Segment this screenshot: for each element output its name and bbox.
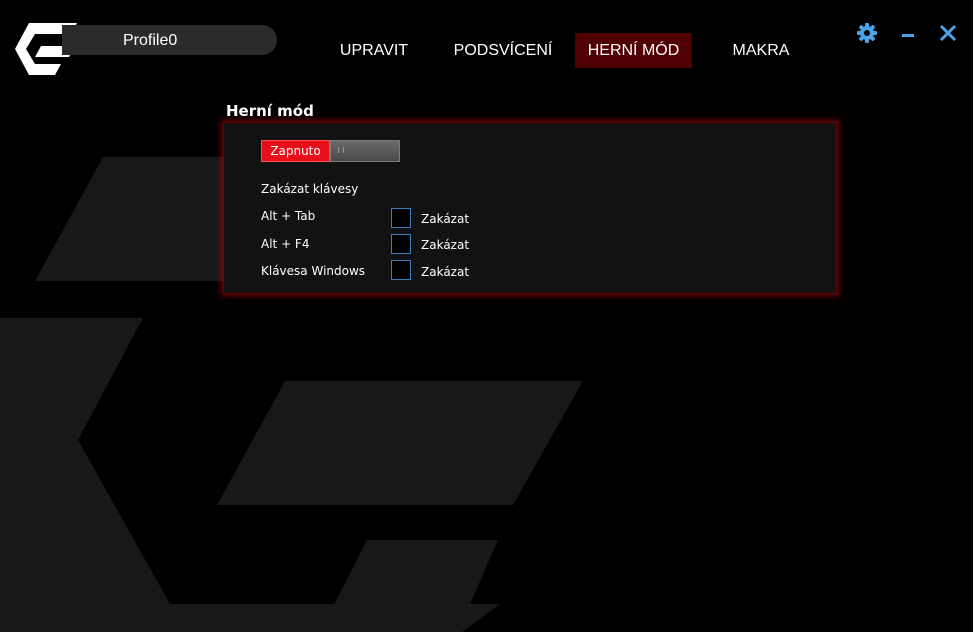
background-logo-watermark (0, 157, 583, 632)
grip-icon (338, 147, 344, 153)
minimize-button[interactable] (896, 21, 920, 45)
checkbox-label-windows-key[interactable]: Zakázat (421, 265, 469, 279)
checkbox-disable-alt-tab[interactable] (391, 208, 411, 228)
game-mode-window: Profile0 UPRAVIT PODSVÍCENÍ HERNÍ MÓD MA… (0, 0, 973, 632)
key-label-alt-f4: Alt + F4 (261, 237, 310, 251)
close-button[interactable] (936, 21, 960, 45)
checkbox-disable-alt-f4[interactable] (391, 234, 411, 254)
checkbox-disable-windows-key[interactable] (391, 260, 411, 280)
profile-name: Profile0 (123, 32, 178, 49)
game-mode-panel: Zapnuto Zakázat klávesy Alt + Tab Zakáza… (223, 122, 837, 294)
game-mode-toggle[interactable]: Zapnuto (261, 140, 400, 162)
disable-keys-heading: Zakázat klávesy (261, 182, 359, 196)
close-icon (939, 24, 957, 42)
settings-button[interactable] (855, 21, 879, 45)
toggle-on-label: Zapnuto (261, 140, 330, 162)
tab-herni-mod[interactable]: HERNÍ MÓD (575, 33, 692, 68)
tab-makra[interactable]: MAKRA (720, 33, 802, 68)
minimize-icon (902, 34, 914, 37)
gear-icon (857, 23, 877, 43)
key-label-alt-tab: Alt + Tab (261, 209, 316, 223)
profile-selector[interactable]: Profile0 (62, 25, 277, 55)
section-title: Herní mód (226, 102, 314, 120)
checkbox-label-alt-f4[interactable]: Zakázat (421, 238, 469, 252)
tab-upravit[interactable]: UPRAVIT (330, 33, 418, 68)
key-label-windows-key: Klávesa Windows (261, 264, 366, 278)
toggle-handle (330, 140, 400, 162)
tab-podsviceni[interactable]: PODSVÍCENÍ (445, 33, 561, 68)
checkbox-label-alt-tab[interactable]: Zakázat (421, 212, 469, 226)
